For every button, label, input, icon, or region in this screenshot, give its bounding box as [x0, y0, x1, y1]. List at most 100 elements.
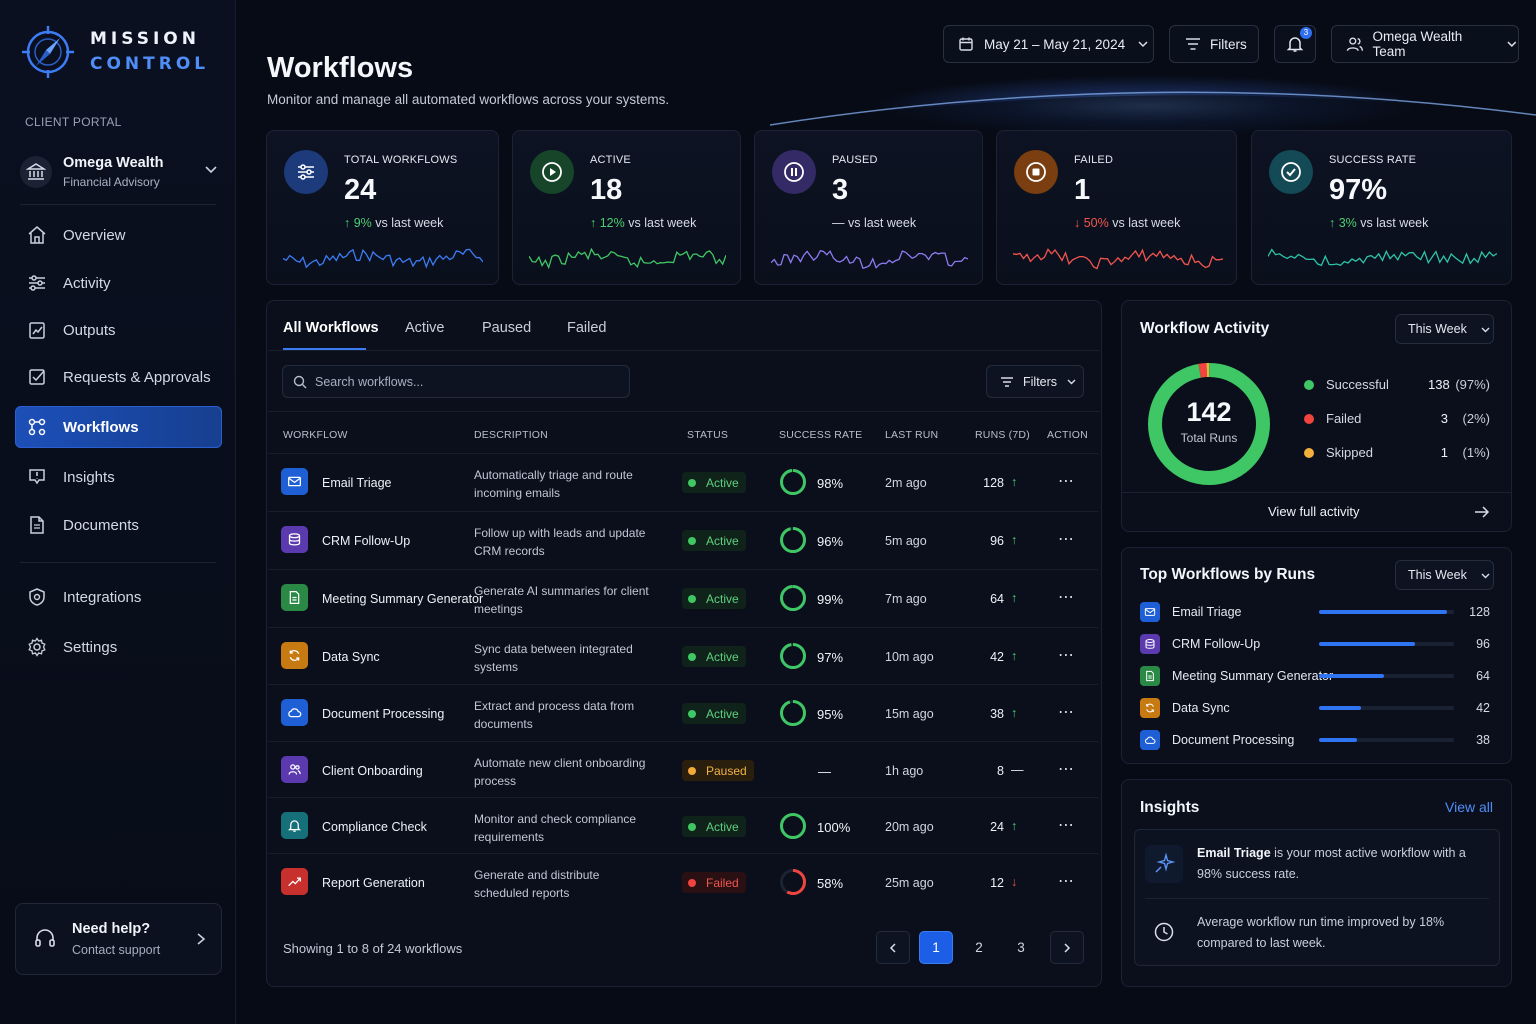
users-icon — [1346, 37, 1364, 52]
activity-period-select[interactable]: This Week — [1395, 314, 1494, 344]
users-icon — [281, 756, 308, 783]
pagination-page-3[interactable]: 3 — [1004, 931, 1038, 964]
arrow-up-icon: ↑ — [1011, 475, 1018, 489]
logo[interactable]: MISSION CONTROL — [20, 24, 209, 80]
success-rate-arc — [780, 700, 806, 726]
table-top-divider — [268, 411, 1100, 412]
arrow-up-icon: ↑ — [1329, 216, 1339, 230]
table-row[interactable]: Email Triage Automatically triage and ro… — [268, 453, 1098, 510]
success-rate-arc — [780, 527, 806, 553]
row-actions-menu-icon[interactable]: ⋯ — [1058, 529, 1075, 549]
success-rate-value: 97% — [817, 650, 844, 665]
chevron-down-icon — [1138, 41, 1148, 48]
table-filters-button[interactable]: Filters — [986, 365, 1084, 398]
header-filters-label: Filters — [1210, 36, 1247, 52]
row-actions-menu-icon[interactable]: ⋯ — [1058, 587, 1075, 607]
workflow-name[interactable]: Document Processing — [322, 707, 444, 721]
top-workflow-item[interactable]: Document Processing 38 — [1140, 729, 1492, 751]
table-row[interactable]: Client Onboarding Automate new client on… — [268, 741, 1098, 798]
pagination-page-1[interactable]: 1 — [919, 931, 953, 964]
table-row[interactable]: Compliance Check Monitor and check compl… — [268, 797, 1098, 854]
sidebar-item-integrations[interactable]: Integrations — [15, 576, 222, 618]
sidebar-item-insights[interactable]: Insights — [15, 456, 222, 498]
pagination-page-2[interactable]: 2 — [962, 931, 996, 964]
row-actions-menu-icon[interactable]: ⋯ — [1058, 815, 1075, 835]
workflow-name[interactable]: Email Triage — [322, 476, 391, 490]
stat-value: 97% — [1329, 174, 1388, 206]
top-workflows-period-select[interactable]: This Week — [1395, 560, 1494, 590]
arrow-down-icon: ↓ — [1011, 875, 1018, 889]
header-filters-button[interactable]: Filters — [1169, 25, 1259, 63]
runs-bar-track — [1319, 674, 1454, 678]
help-card[interactable]: Need help? Contact support — [15, 903, 222, 975]
row-actions-menu-icon[interactable]: ⋯ — [1058, 471, 1075, 491]
arrow-up-icon: ↑ — [344, 216, 354, 230]
workflow-name[interactable]: Client Onboarding — [322, 764, 423, 778]
top-workflow-item[interactable]: Meeting Summary Generator 64 — [1140, 665, 1492, 687]
client-selector[interactable]: Omega Wealth Financial Advisory — [20, 148, 224, 196]
status-label: Active — [706, 475, 739, 490]
database-icon — [281, 526, 308, 553]
top-workflow-name: Meeting Summary Generator — [1172, 669, 1334, 683]
table-row[interactable]: Data Sync Sync data between integrated s… — [268, 627, 1098, 684]
top-workflow-item[interactable]: Data Sync 42 — [1140, 697, 1492, 719]
sidebar-item-workflows[interactable]: Workflows — [15, 406, 222, 448]
success-rate-ring — [779, 699, 807, 727]
insight-item-run-time: Average workflow run time improved by 18… — [1197, 915, 1445, 950]
column-header-last-run: LAST RUN — [885, 429, 939, 441]
table-row[interactable]: Document Processing Extract and process … — [268, 684, 1098, 741]
date-range-picker[interactable]: May 21 – May 21, 2024 — [943, 25, 1154, 63]
status-badge: Active — [682, 646, 746, 667]
sparkline — [771, 249, 968, 269]
workflow-name[interactable]: Meeting Summary Generator — [322, 592, 483, 606]
legend-percent: (1%) — [1462, 445, 1490, 460]
arrow-right-icon[interactable] — [1474, 505, 1490, 519]
tab-all-workflows[interactable]: All Workflows — [283, 320, 379, 336]
tab-failed[interactable]: Failed — [567, 320, 607, 336]
search-box[interactable] — [282, 365, 630, 398]
table-row[interactable]: CRM Follow-Up Follow up with leads and u… — [268, 511, 1098, 568]
pagination-next-button[interactable] — [1050, 931, 1084, 964]
view-full-activity-link[interactable]: View full activity — [1268, 504, 1360, 519]
sidebar-item-documents[interactable]: Documents — [15, 504, 222, 546]
insights-view-all-link[interactable]: View all — [1445, 799, 1493, 815]
sidebar-item-overview[interactable]: Overview — [15, 214, 222, 256]
workflow-name[interactable]: Data Sync — [322, 650, 380, 664]
team-selector[interactable]: Omega Wealth Team — [1331, 25, 1519, 63]
stat-label: SUCCESS RATE — [1329, 154, 1417, 166]
legend-value: 1 — [1440, 445, 1448, 460]
tab-active[interactable]: Active — [405, 320, 445, 336]
sidebar-item-activity[interactable]: Activity — [15, 262, 222, 304]
table-row[interactable]: Meeting Summary Generator Generate AI su… — [268, 569, 1098, 626]
stat-label: FAILED — [1074, 154, 1114, 166]
runs-count: 96 — [990, 534, 1004, 548]
client-name: Omega Wealth — [63, 155, 164, 171]
runs-bar-fill — [1319, 738, 1357, 742]
sidebar-item-outputs[interactable]: Outputs — [15, 309, 222, 351]
sidebar-item-requests-approvals[interactable]: Requests & Approvals — [15, 356, 222, 398]
top-workflow-item[interactable]: Email Triage 128 — [1140, 601, 1492, 623]
top-workflow-item[interactable]: CRM Follow-Up 96 — [1140, 633, 1492, 655]
status-dot — [688, 709, 696, 718]
top-workflow-runs: 64 — [1476, 669, 1490, 683]
sidebar-item-settings[interactable]: Settings — [15, 626, 222, 668]
row-actions-menu-icon[interactable]: ⋯ — [1058, 702, 1075, 722]
insight-highlight: Email Triage — [1197, 846, 1271, 860]
column-header-description: DESCRIPTION — [474, 429, 548, 441]
status-badge: Active — [682, 588, 746, 609]
table-row[interactable]: Report Generation Generate and distribut… — [268, 853, 1098, 910]
search-input[interactable] — [315, 374, 615, 389]
workflow-name[interactable]: Report Generation — [322, 876, 425, 890]
workflow-name[interactable]: Compliance Check — [322, 820, 427, 834]
row-actions-menu-icon[interactable]: ⋯ — [1058, 871, 1075, 891]
pagination-prev-button[interactable] — [876, 931, 910, 964]
workflow-name[interactable]: CRM Follow-Up — [322, 534, 410, 548]
help-subtitle: Contact support — [72, 943, 161, 957]
row-actions-menu-icon[interactable]: ⋯ — [1058, 645, 1075, 665]
mail-icon — [281, 468, 308, 495]
legend-label: Failed — [1326, 411, 1362, 426]
sparkline — [529, 247, 726, 270]
insight-item-most-active: Email Triage is your most active workflo… — [1197, 843, 1467, 884]
tab-paused[interactable]: Paused — [482, 320, 531, 336]
row-actions-menu-icon[interactable]: ⋯ — [1058, 759, 1075, 779]
